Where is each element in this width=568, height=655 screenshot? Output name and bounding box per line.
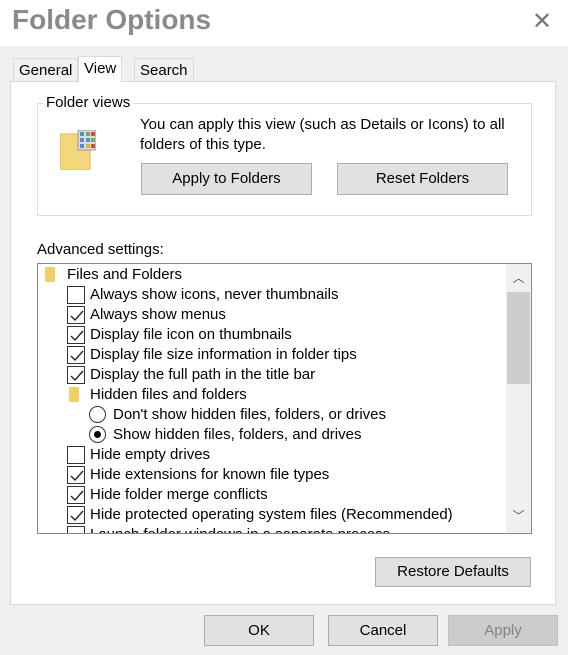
folder-views-label: Folder views [43,94,134,111]
settings-item-label: Always show menus [90,306,226,323]
settings-item[interactable]: Launch folder windows in a separate proc… [38,525,508,533]
folder-icon [45,267,55,282]
scroll-down-icon[interactable]: ﹀ [506,506,531,526]
folder-views-description: You can apply this view (such as Details… [140,116,505,153]
settings-item[interactable]: Hide extensions for known file types [38,465,508,485]
settings-item-label: Hide extensions for known file types [90,466,330,483]
window-title: Folder Options [12,4,212,35]
settings-item[interactable]: Always show icons, never thumbnails [38,285,508,305]
checkbox[interactable] [67,486,85,504]
settings-item-label: Display the full path in the title bar [90,366,316,383]
reset-folders-button[interactable]: Reset Folders [337,163,508,195]
restore-defaults-button[interactable]: Restore Defaults [375,557,531,587]
settings-group: Hidden files and folders [38,385,508,405]
settings-item[interactable]: Hide folder merge conflicts [38,485,508,505]
advanced-settings-list[interactable]: Files and Folders Always show icons, neve… [37,263,532,534]
ok-button[interactable]: OK [204,615,314,646]
folder-icon [69,387,79,402]
checkbox[interactable] [67,446,85,464]
scroll-up-icon[interactable]: ︿ [506,268,531,288]
settings-item-label: Display file size information in folder … [90,346,357,363]
settings-group: Files and Folders [38,265,508,285]
checkbox[interactable] [67,466,85,484]
settings-item[interactable]: Don't show hidden files, folders, or dri… [38,405,508,425]
settings-item-label: Files and Folders [67,266,183,283]
settings-item[interactable]: Display the full path in the title bar [38,365,508,385]
settings-item[interactable]: Hide protected operating system files (R… [38,505,508,525]
tab-general[interactable]: General [13,58,79,81]
settings-item-label: Hide empty drives [90,446,211,463]
radio-button[interactable] [89,406,106,423]
radio-button[interactable] [89,426,106,443]
settings-item[interactable]: Display file icon on thumbnails [38,325,508,345]
settings-item-label: Launch folder windows in a separate proc… [90,525,390,533]
settings-item[interactable]: Hide empty drives [38,445,508,465]
checkbox[interactable] [67,306,85,324]
folder-view-icon [60,130,96,170]
tab-view[interactable]: View [78,56,123,82]
tab-search[interactable]: Search [134,58,194,81]
apply-to-folders-button[interactable]: Apply to Folders [141,163,312,195]
settings-item-label: Show hidden files, folders, and drives [113,426,362,443]
checkbox[interactable] [67,506,85,524]
close-icon[interactable]: ✕ [530,10,554,34]
checkbox[interactable] [67,286,85,304]
settings-item-label: Don't show hidden files, folders, or dri… [113,406,386,423]
checkbox[interactable] [67,366,85,384]
checkbox[interactable] [67,346,85,364]
cancel-button[interactable]: Cancel [328,615,438,646]
settings-item-label: Hidden files and folders [90,386,247,403]
apply-button: Apply [448,615,558,646]
scrollbar[interactable]: ︿ ﹀ [506,264,531,533]
settings-item[interactable]: Always show menus [38,305,508,325]
scrollbar-thumb[interactable] [507,292,530,384]
settings-item[interactable]: Display file size information in folder … [38,345,508,365]
checkbox[interactable] [67,326,85,344]
settings-item-label: Always show icons, never thumbnails [90,286,339,303]
settings-item-label: Hide protected operating system files (R… [90,506,453,523]
checkbox[interactable] [67,526,85,533]
settings-item-label: Display file icon on thumbnails [90,326,292,343]
settings-item[interactable]: Show hidden files, folders, and drives [38,425,508,445]
settings-item-label: Hide folder merge conflicts [90,486,268,503]
advanced-settings-label: Advanced settings: [37,241,164,258]
